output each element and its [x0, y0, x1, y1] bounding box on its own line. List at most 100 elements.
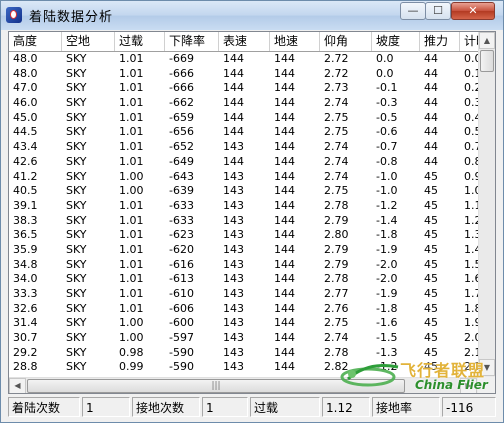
column-header[interactable]: 高度 — [9, 32, 62, 51]
table-cell: -590 — [169, 360, 194, 374]
table-row[interactable]: 45.0 SKY 1.01 -659 144 144 2.75 -0.5 44 0.4 — [9, 111, 478, 126]
table-row[interactable]: 43.4 SKY 1.01 -652 143 144 2.74 -0.7 44 0.7 — [9, 140, 478, 155]
column-header[interactable]: 坡度 — [372, 32, 420, 51]
table-cell: 144 — [274, 198, 295, 212]
table-row[interactable]: 39.1 SKY 1.01 -633 143 144 2.78 -1.2 45 1.1 — [9, 199, 478, 214]
table-cell: 144 — [274, 213, 295, 227]
column-header[interactable]: 仰角 — [320, 32, 372, 51]
table-cell: 2.74 — [324, 169, 349, 183]
table-cell: 143 — [223, 316, 244, 330]
table-cell: SKY — [66, 66, 87, 80]
table-cell: -606 — [169, 301, 194, 315]
table-cell: 1.01 — [119, 198, 144, 212]
table-cell: 32.6 — [13, 301, 38, 315]
table-cell: 2.76 — [324, 301, 349, 315]
table-cell: 1.8 — [464, 301, 478, 315]
table-cell: -1.4 — [376, 213, 398, 227]
table-cell: -1.2 — [376, 360, 398, 374]
table-row[interactable]: 30.7 SKY 1.00 -597 143 144 2.74 -1.5 45 2.0 — [9, 331, 478, 346]
table-cell: 144 — [274, 360, 295, 374]
table-cell: -610 — [169, 287, 194, 300]
table-row[interactable]: 42.6 SKY 1.01 -649 144 144 2.74 -0.8 44 0.8 — [9, 155, 478, 170]
scroll-up-icon[interactable]: ▲ — [479, 32, 495, 49]
title-bar[interactable]: 着陆数据分析 — ☐ ✕ — [1, 1, 503, 30]
table-row[interactable]: 46.0 SKY 1.01 -662 144 144 2.74 -0.3 44 0.3 — [9, 96, 478, 111]
table-cell: -656 — [169, 125, 194, 139]
table-row[interactable]: 33.3 SKY 1.01 -610 143 144 2.77 -1.9 45 1.7 — [9, 287, 478, 302]
table-cell: 143 — [223, 360, 244, 374]
table-cell: 1.2 — [464, 213, 478, 227]
close-button[interactable]: ✕ — [451, 2, 495, 20]
table-cell: 36.5 — [13, 228, 38, 242]
table-cell: 39.1 — [13, 198, 38, 212]
table-cell: -620 — [169, 242, 194, 256]
table-row[interactable]: 34.0 SKY 1.01 -613 143 144 2.78 -2.0 45 1.6 — [9, 272, 478, 287]
table-cell: -1.5 — [376, 331, 398, 345]
table-cell: -2.0 — [376, 272, 398, 286]
table-cell: 41.2 — [13, 169, 38, 183]
table-cell: 2.75 — [324, 184, 349, 198]
table-row[interactable]: 36.5 SKY 1.01 -623 143 144 2.80 -1.8 45 1.3 — [9, 228, 478, 243]
maximize-button[interactable]: ☐ — [425, 2, 451, 20]
minimize-button[interactable]: — — [400, 2, 426, 20]
table-cell: SKY — [66, 198, 87, 212]
table-cell: 47.0 — [13, 81, 38, 95]
column-header[interactable]: 空地 — [62, 32, 115, 51]
table-cell: 144 — [274, 125, 295, 139]
column-header[interactable]: 地速 — [270, 32, 320, 51]
table-cell: 143 — [223, 331, 244, 345]
table-cell: SKY — [66, 81, 87, 95]
column-header[interactable]: 下降率 — [165, 32, 219, 51]
column-header[interactable]: 推力 — [420, 32, 460, 51]
table-row[interactable]: 38.3 SKY 1.01 -633 143 144 2.79 -1.4 45 1.2 — [9, 214, 478, 229]
table-row[interactable]: 48.0 SKY 1.01 -669 144 144 2.72 0.0 44 0.0 — [9, 52, 478, 67]
table-cell: 144 — [223, 154, 244, 168]
vertical-scrollbar[interactable]: ▲ ▼ — [478, 32, 495, 377]
table-cell: -1.0 — [376, 184, 398, 198]
vertical-scroll-thumb[interactable] — [480, 50, 494, 72]
horizontal-scrollbar[interactable]: ◀ ||| ▶ — [9, 377, 478, 393]
table-cell: 1.1 — [464, 198, 478, 212]
table-row[interactable]: 29.2 SKY 0.98 -590 143 144 2.78 -1.3 45 2.1 — [9, 346, 478, 361]
table-row[interactable]: 32.6 SKY 1.01 -606 143 144 2.76 -1.8 45 1.8 — [9, 302, 478, 317]
table-cell: -0.1 — [376, 81, 398, 95]
table-row[interactable]: 40.5 SKY 1.00 -639 143 144 2.75 -1.0 45 1.0 — [9, 184, 478, 199]
table-cell: 28.8 — [13, 360, 38, 374]
scroll-right-icon[interactable]: ▶ — [460, 378, 477, 393]
table-cell: -666 — [169, 66, 194, 80]
app-logo-icon[interactable] — [6, 7, 22, 23]
table-cell: 0.7 — [464, 140, 478, 154]
table-cell: 1.01 — [119, 287, 144, 300]
table-cell: 1.01 — [119, 228, 144, 242]
table-cell: 143 — [223, 140, 244, 154]
table-cell: -1.9 — [376, 287, 398, 300]
table-cell: -643 — [169, 169, 194, 183]
table-cell: 0.4 — [464, 110, 478, 124]
table-cell: 1.01 — [119, 242, 144, 256]
scroll-left-icon[interactable]: ◀ — [9, 378, 26, 393]
horizontal-scroll-thumb[interactable]: ||| — [27, 379, 405, 393]
table-row[interactable]: 47.0 SKY 1.01 -666 144 144 2.73 -0.1 44 0.2 — [9, 81, 478, 96]
table-cell: 144 — [223, 110, 244, 124]
table-row[interactable]: 34.8 SKY 1.01 -616 143 144 2.79 -2.0 45 1.5 — [9, 258, 478, 273]
table-cell: 2.74 — [324, 96, 349, 110]
table-cell: 144 — [274, 52, 295, 65]
column-header[interactable]: 表速 — [219, 32, 270, 51]
table-row[interactable]: 48.0 SKY 1.01 -666 144 144 2.72 0.0 44 0.1 — [9, 67, 478, 82]
table-row[interactable]: 35.9 SKY 1.01 -620 143 144 2.79 -1.9 45 1.4 — [9, 243, 478, 258]
scroll-down-icon[interactable]: ▼ — [479, 359, 495, 376]
table-row[interactable]: 41.2 SKY 1.00 -643 143 144 2.74 -1.0 45 0.9 — [9, 170, 478, 185]
table-cell: 143 — [223, 272, 244, 286]
table-cell: 2.79 — [324, 213, 349, 227]
table-row[interactable]: 44.5 SKY 1.01 -656 144 144 2.75 -0.6 44 0.5 — [9, 125, 478, 140]
table-cell: 0.9 — [464, 169, 478, 183]
table-row[interactable]: 31.4 SKY 1.00 -600 143 144 2.75 -1.6 45 1.9 — [9, 316, 478, 331]
table-cell: 2.75 — [324, 110, 349, 124]
table-cell: -0.7 — [376, 140, 398, 154]
column-header[interactable]: 计时 — [460, 32, 478, 51]
data-list-view[interactable]: 高度空地过载下降率表速地速仰角坡度推力计时 48.0 SKY 1.01 -669 144… — [8, 31, 496, 394]
touchdown-count-value: 1 — [202, 397, 248, 417]
column-header[interactable]: 过载 — [115, 32, 165, 51]
table-row[interactable]: 28.8 SKY 0.99 -590 143 144 2.82 -1.2 45 2.2 — [9, 360, 478, 375]
table-cell: 144 — [274, 228, 295, 242]
